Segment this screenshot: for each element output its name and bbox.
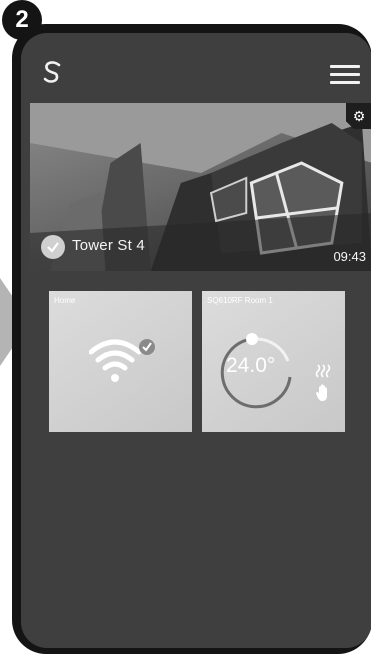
step-number-badge: 2 — [2, 0, 42, 40]
home-banner[interactable]: ⚙ Tower St 4 09:43 — [30, 103, 371, 271]
device-tile-home[interactable]: Home — [49, 291, 192, 432]
phone-frame: ⚙ Tower St 4 09:43 Home SQ610RF Room 1 2… — [12, 24, 371, 654]
wifi-connected-icon — [89, 339, 155, 382]
temperature-value: 24.0° — [226, 354, 276, 377]
tile-title: SQ610RF Room 1 — [207, 296, 273, 305]
home-name: Tower St 4 — [72, 237, 145, 254]
dial-handle-icon — [246, 333, 258, 345]
heating-icon — [315, 364, 331, 378]
manual-hand-icon — [316, 384, 327, 401]
clock-time: 09:43 — [333, 249, 366, 264]
app-screen: ⚙ Tower St 4 09:43 Home SQ610RF Room 1 2… — [21, 33, 371, 648]
tile-title: Home — [54, 296, 76, 305]
salus-logo-icon[interactable] — [39, 59, 65, 85]
device-tile-thermostat[interactable]: SQ610RF Room 1 24.0° — [202, 291, 345, 432]
check-circle-icon — [41, 235, 65, 259]
hamburger-menu-icon[interactable] — [330, 65, 360, 87]
